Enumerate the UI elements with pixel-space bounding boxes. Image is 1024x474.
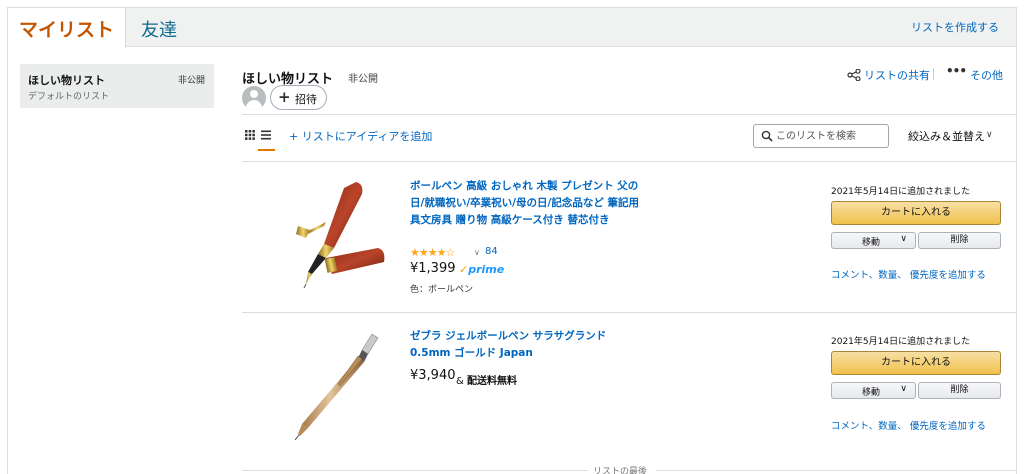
more-options-link[interactable]: その他	[970, 67, 1003, 83]
chevron-down-icon: ∨	[900, 384, 907, 394]
chevron-down-icon: ∨	[900, 234, 907, 244]
add-comment-link[interactable]: コメント、数量、 優先度を追加する	[831, 418, 986, 432]
list-end-label: リストの最後	[593, 467, 648, 474]
color-variant: 色：ボールペン	[410, 285, 474, 295]
sidebar-item-title: ほしい物リスト	[28, 74, 105, 87]
grid-view-icon[interactable]	[245, 130, 255, 140]
sidebar-item-wishlist[interactable]: ほしい物リスト デフォルトのリスト 非公開	[20, 64, 214, 108]
price: ¥3,940	[410, 368, 456, 383]
add-to-cart-button[interactable]: カートに入れる	[831, 351, 1001, 375]
added-date: 2021年5月14日に追加されました	[831, 187, 971, 197]
move-label: 移動	[862, 388, 881, 398]
search-input[interactable]	[776, 128, 884, 144]
divider	[242, 312, 1016, 313]
search-field[interactable]	[753, 124, 889, 148]
price: ¥1,399	[410, 261, 456, 276]
move-label: 移動	[862, 238, 881, 248]
chevron-down-icon[interactable]: ∨	[474, 248, 480, 257]
invite-label: 招待	[295, 93, 317, 106]
rating-count-link[interactable]: 84	[485, 246, 498, 257]
add-comment-link[interactable]: コメント、数量、 優先度を追加する	[831, 267, 986, 281]
tab-bar: マイリスト 友達 リストを作成する	[8, 8, 1016, 48]
tab-my-list-label: マイリスト	[19, 19, 115, 41]
move-dropdown[interactable]: 移動 ∨	[831, 382, 916, 399]
search-icon	[761, 130, 773, 142]
create-list-link[interactable]: リストを作成する	[911, 19, 999, 35]
plus-icon: +	[278, 88, 291, 106]
list-view-icon[interactable]	[261, 130, 271, 140]
divider	[242, 470, 588, 471]
avatar[interactable]	[242, 86, 266, 110]
chevron-down-icon[interactable]: ∨	[986, 130, 993, 140]
prime-badge: ✓prime	[459, 263, 505, 276]
active-view-indicator	[258, 149, 275, 151]
share-icon[interactable]	[847, 69, 861, 81]
product-title-link[interactable]: ボールペン 高級 おしゃれ 木製 プレゼント 父の日/就職祝い/卒業祝い/母の日…	[410, 178, 645, 229]
product-title-link[interactable]: ゼブラ ジェルボールペン サラサグランド 0.5mm ゴールド Japan	[410, 328, 645, 362]
star-rating[interactable]: ★★★★☆	[410, 246, 455, 259]
tab-my-list[interactable]: マイリスト	[8, 8, 126, 48]
wishlist-container: マイリスト 友達 リストを作成する ほしい物リスト デフォルトのリスト 非公開 …	[7, 7, 1017, 474]
invite-button[interactable]: + 招待	[270, 85, 327, 110]
privacy-label: 非公開	[348, 74, 378, 85]
added-date: 2021年5月14日に追加されました	[831, 337, 971, 347]
delete-button[interactable]: 削除	[918, 382, 1001, 399]
product-image-wooden-pen[interactable]	[286, 178, 391, 290]
move-dropdown[interactable]: 移動 ∨	[831, 232, 916, 249]
shipping-info: & 配送料無料	[456, 376, 517, 387]
sidebar-item-subtitle: デフォルトのリスト	[28, 92, 110, 102]
divider	[242, 114, 1016, 115]
filter-sort-dropdown[interactable]: 絞込み＆並替え	[908, 128, 985, 144]
add-idea-link[interactable]: + リストにアイディアを追加	[289, 128, 432, 144]
delete-button[interactable]: 削除	[918, 232, 1001, 249]
tab-friends[interactable]: 友達	[141, 16, 177, 42]
divider	[933, 68, 934, 80]
divider	[242, 161, 1016, 162]
share-list-link[interactable]: リストの共有	[864, 67, 930, 83]
sidebar-item-privacy-badge: 非公開	[177, 76, 205, 86]
add-to-cart-button[interactable]: カートに入れる	[831, 201, 1001, 225]
divider	[656, 470, 1016, 471]
more-dots-icon[interactable]: •••	[946, 64, 967, 78]
product-image-gold-pen[interactable]	[288, 328, 388, 443]
